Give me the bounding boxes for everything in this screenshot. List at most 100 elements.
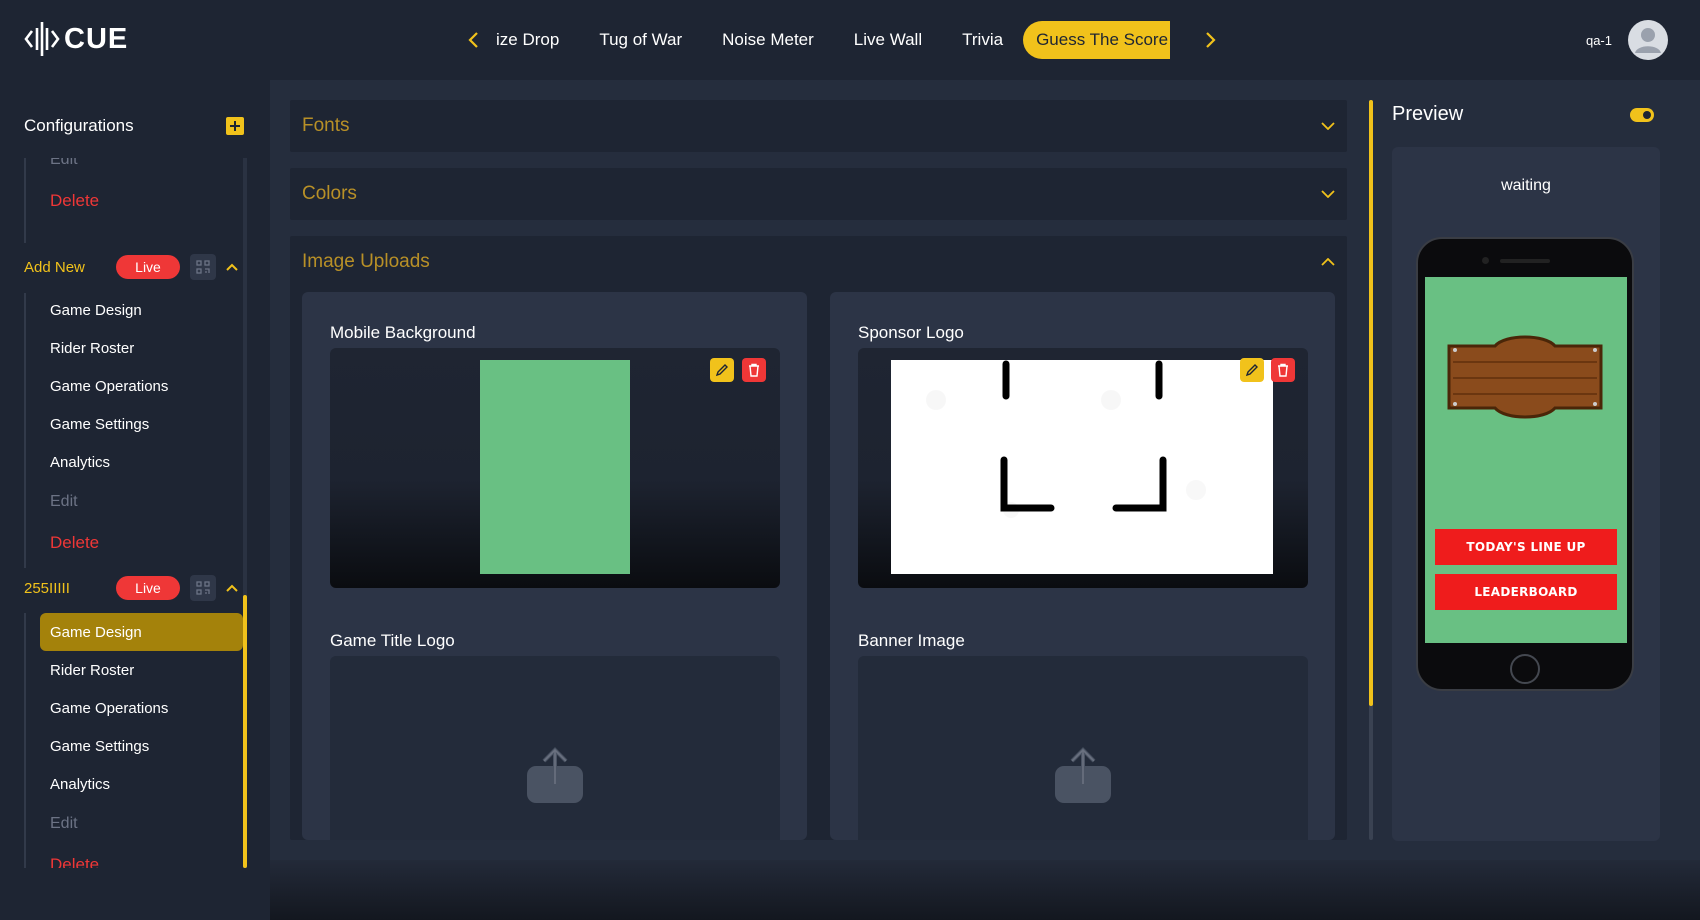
colors-header[interactable]: Colors bbox=[290, 168, 1347, 220]
delete-image-button[interactable] bbox=[742, 358, 766, 382]
avatar[interactable] bbox=[1628, 20, 1668, 60]
tree-line bbox=[24, 293, 26, 568]
top-bar: CUE ize Drop Tug of War Noise Meter Live… bbox=[0, 0, 1700, 80]
logo-text: CUE bbox=[64, 22, 129, 55]
game-tabs: ize Drop Tug of War Noise Meter Live Wal… bbox=[462, 20, 1222, 60]
banner-image-dropzone[interactable] bbox=[858, 656, 1308, 840]
user-avatar-icon bbox=[1635, 28, 1661, 53]
preview-title: Preview bbox=[1392, 103, 1464, 125]
tab-trivia[interactable]: Trivia bbox=[942, 20, 1023, 60]
mobile-background-card: Mobile Background Game Title Logo bbox=[302, 292, 807, 840]
menu-game-operations[interactable]: Game Operations bbox=[40, 689, 243, 727]
tabs-prev-button[interactable] bbox=[462, 20, 484, 60]
edit-image-button[interactable] bbox=[710, 358, 734, 382]
sponsor-logo-card: Sponsor Logo Banner Image bbox=[830, 292, 1335, 840]
image-uploads-section: Image Uploads Mobile Background Game Tit… bbox=[290, 236, 1347, 840]
group-name[interactable]: 255IIIII bbox=[24, 580, 116, 597]
phone-screen: TODAY'S LINE UP LEADERBOARD bbox=[1425, 277, 1627, 643]
preview-status: waiting bbox=[1501, 177, 1551, 194]
chevron-left-icon bbox=[468, 32, 478, 48]
leaderboard-button[interactable]: LEADERBOARD bbox=[1435, 574, 1617, 610]
preview-panel: waiting TODAY'S LINE UP LEADERBOARD bbox=[1392, 147, 1660, 841]
add-configuration-button[interactable] bbox=[226, 117, 244, 135]
menu-game-design[interactable]: Game Design bbox=[40, 613, 243, 651]
green-background-image bbox=[480, 360, 630, 574]
tree-line bbox=[24, 158, 26, 243]
collapse-group-button[interactable] bbox=[224, 584, 240, 592]
chevron-up-icon bbox=[226, 263, 238, 271]
menu-delete[interactable]: Delete bbox=[40, 524, 243, 562]
soundwave-logo-icon bbox=[24, 22, 60, 56]
user-menu[interactable]: qa-1 bbox=[1586, 20, 1668, 60]
sidebar-title: Configurations bbox=[24, 116, 134, 135]
qr-code-button[interactable] bbox=[190, 254, 216, 280]
menu-delete[interactable]: Delete bbox=[40, 846, 243, 868]
tab-guess-the-score[interactable]: Guess The Score bbox=[1023, 21, 1171, 59]
chevron-down-icon bbox=[1321, 190, 1335, 198]
delete-image-button[interactable] bbox=[1271, 358, 1295, 382]
logo[interactable]: CUE bbox=[24, 20, 128, 58]
image-uploads-header[interactable]: Image Uploads bbox=[290, 236, 1347, 288]
phone-speaker bbox=[1500, 259, 1550, 263]
menu-game-settings[interactable]: Game Settings bbox=[40, 727, 243, 765]
main-scrollbar-thumb[interactable] bbox=[1369, 100, 1373, 706]
collapse-group-button[interactable] bbox=[224, 263, 240, 271]
config-delete[interactable]: Delete bbox=[40, 182, 243, 220]
fonts-header[interactable]: Fonts bbox=[290, 100, 1347, 152]
sponsor-logo-preview[interactable] bbox=[858, 348, 1308, 588]
sidebar-scrollbar-thumb[interactable] bbox=[243, 595, 247, 868]
scan-frame-image bbox=[926, 360, 1206, 518]
edit-image-button[interactable] bbox=[1240, 358, 1264, 382]
chevron-up-icon bbox=[1321, 258, 1335, 266]
wooden-sign-image bbox=[1447, 335, 1603, 419]
menu-rider-roster[interactable]: Rider Roster bbox=[40, 651, 243, 689]
menu-game-operations[interactable]: Game Operations bbox=[40, 367, 243, 405]
configurations-list[interactable]: Edit Delete Add New Live Game Design Rid… bbox=[0, 158, 250, 868]
tab-live-wall[interactable]: Live Wall bbox=[834, 20, 942, 60]
tab-strip: ize Drop Tug of War Noise Meter Live Wal… bbox=[484, 20, 1200, 60]
phone-home-button bbox=[1510, 654, 1540, 684]
config-edit[interactable]: Edit bbox=[40, 158, 243, 179]
tab-prize-drop[interactable]: ize Drop bbox=[484, 20, 579, 60]
pencil-icon bbox=[1245, 364, 1258, 377]
menu-analytics[interactable]: Analytics bbox=[40, 443, 243, 481]
section-title: Fonts bbox=[302, 115, 350, 136]
qr-code-button[interactable] bbox=[190, 575, 216, 601]
trash-icon bbox=[1278, 363, 1288, 377]
upload-label: Mobile Background bbox=[330, 323, 476, 342]
menu-rider-roster[interactable]: Rider Roster bbox=[40, 329, 243, 367]
tabs-next-button[interactable] bbox=[1200, 20, 1222, 60]
trash-icon bbox=[749, 363, 759, 377]
config-group-255[interactable]: 255IIIII Live bbox=[24, 573, 244, 603]
menu-edit[interactable]: Edit bbox=[40, 483, 243, 521]
upload-icon bbox=[1055, 747, 1111, 803]
sponsor-logo-image bbox=[891, 360, 1273, 574]
menu-game-settings[interactable]: Game Settings bbox=[40, 405, 243, 443]
upload-label: Sponsor Logo bbox=[858, 323, 964, 342]
sidebar: Configurations Edit Delete Add New Live … bbox=[0, 80, 270, 920]
preview-toggle[interactable] bbox=[1630, 108, 1654, 122]
qr-code-icon bbox=[196, 581, 210, 595]
menu-edit[interactable]: Edit bbox=[40, 805, 243, 843]
tab-noise-meter[interactable]: Noise Meter bbox=[702, 20, 834, 60]
main-footer-shade bbox=[270, 860, 1700, 920]
game-title-logo-dropzone[interactable] bbox=[330, 656, 780, 840]
status-badge: Live bbox=[116, 255, 180, 279]
plus-icon bbox=[230, 121, 240, 131]
config-group-add-new[interactable]: Add New Live bbox=[24, 252, 244, 282]
upload-icon bbox=[527, 747, 583, 803]
menu-game-design[interactable]: Game Design bbox=[40, 291, 243, 329]
pencil-icon bbox=[715, 364, 728, 377]
fonts-section: Fonts bbox=[290, 100, 1347, 152]
user-name: qa-1 bbox=[1585, 32, 1612, 48]
group-name[interactable]: Add New bbox=[24, 259, 116, 276]
section-title: Image Uploads bbox=[302, 251, 430, 272]
chevron-down-icon bbox=[1321, 122, 1335, 130]
mobile-background-preview[interactable] bbox=[330, 348, 780, 588]
qr-code-icon bbox=[196, 260, 210, 274]
status-badge: Live bbox=[116, 576, 180, 600]
tab-tug-of-war[interactable]: Tug of War bbox=[579, 20, 702, 60]
menu-analytics[interactable]: Analytics bbox=[40, 765, 243, 803]
chevron-up-icon bbox=[226, 584, 238, 592]
todays-line-up-button[interactable]: TODAY'S LINE UP bbox=[1435, 529, 1617, 565]
